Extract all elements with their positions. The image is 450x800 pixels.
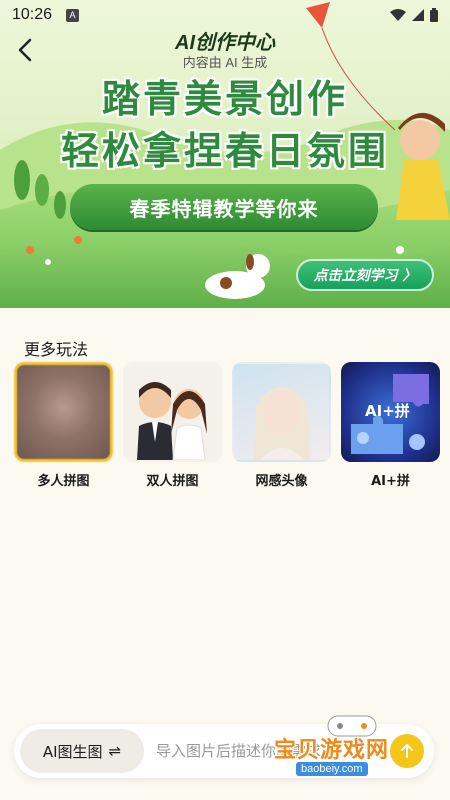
feature-label: 双人拼图 xyxy=(146,474,199,489)
feature-card-avatar[interactable]: 网感头像 xyxy=(232,362,331,489)
banner-headline-1: 踏青美景创作 xyxy=(101,77,348,121)
learn-now-button[interactable]: 点击立刻学习 〉 xyxy=(296,259,434,291)
watermark-url: baobeiy.com xyxy=(296,762,368,776)
back-button[interactable] xyxy=(12,36,40,64)
battery-icon xyxy=(430,8,438,22)
clock: 10:26 xyxy=(12,6,53,23)
site-watermark: 宝贝游戏网 baobeiy.com xyxy=(272,708,444,788)
feature-thumb-portrait xyxy=(232,362,331,462)
watermark-text: 宝贝游戏网 xyxy=(274,738,390,763)
banner-headline-2: 轻松拿捏春日氛围 xyxy=(60,129,389,173)
chevron-left-icon xyxy=(18,38,32,62)
feature-card-multi-collage[interactable]: 多人拼图 xyxy=(14,362,113,489)
status-bar: 10:26 A xyxy=(0,0,450,32)
notification-icon: A xyxy=(66,9,79,22)
feature-card-duo-collage[interactable]: 双人拼图 xyxy=(123,362,222,489)
feature-thumb-couple xyxy=(123,362,222,462)
feature-label: 多人拼图 xyxy=(37,474,90,489)
feature-label: 网感头像 xyxy=(255,474,308,489)
puzzle-thumb-text: AI+拼 xyxy=(365,402,410,420)
system-icons xyxy=(390,8,438,22)
couple-illustration xyxy=(137,382,207,460)
feature-thumb-blurred xyxy=(14,362,113,462)
wifi-icon xyxy=(390,9,406,21)
feature-card-ai-puzzle[interactable]: AI+拼 AI+拼 xyxy=(341,362,440,489)
mode-switch-button[interactable]: AI图生图 ⇌ xyxy=(20,729,144,773)
banner-tagline: 春季特辑教学等你来 xyxy=(70,184,378,230)
feature-label: AI+拼 xyxy=(371,474,410,489)
swap-icon: ⇌ xyxy=(108,742,122,760)
portrait-illustration xyxy=(254,387,310,460)
signal-icon xyxy=(412,9,424,21)
mode-label: AI图生图 xyxy=(42,742,103,761)
feature-thumb-puzzle: AI+拼 xyxy=(341,362,440,462)
feature-list: 多人拼图 双人拼图 网感头像 AI+拼 AI+拼 xyxy=(14,362,440,489)
section-title: 更多玩法 xyxy=(24,340,89,359)
